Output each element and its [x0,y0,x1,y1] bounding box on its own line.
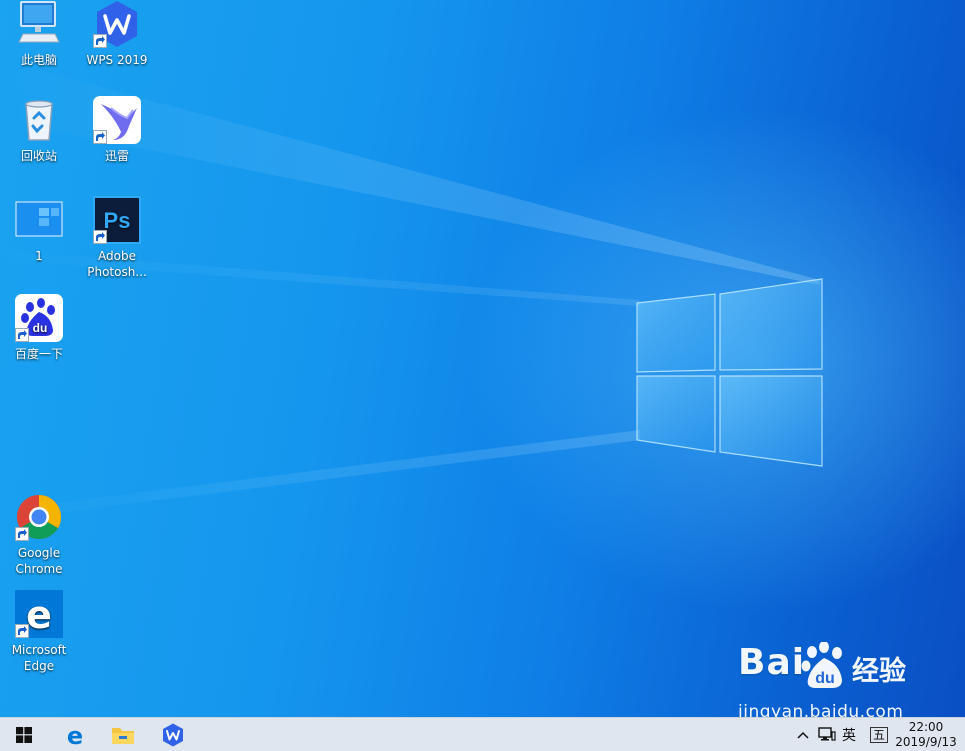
taskbar-file-explorer-button[interactable] [100,718,146,751]
icon-label: 回收站 [20,149,57,163]
shortcut-arrow-icon [93,34,107,48]
ime-mode-text: 五 [870,726,889,743]
icon-label-line2: Photosh... [87,265,147,279]
tray-network[interactable] [818,718,838,751]
file-explorer-icon [112,727,134,744]
clock-date: 2019/9/13 [895,735,957,749]
shortcut-arrow-icon [93,230,107,244]
shortcut-arrow-icon [15,328,29,342]
svg-text:e: e [26,593,52,637]
taskbar-edge-button[interactable]: e [52,718,98,751]
ime-language-indicator[interactable]: 英 [842,718,856,751]
baidu-paw-icon: du [801,642,842,688]
wps-icon [163,723,183,746]
desktop-icon-edge[interactable]: e Microsoft Edge [2,590,76,674]
svg-text:du: du [33,321,48,335]
taskbar-wps-button[interactable] [150,718,196,751]
desktop-icon-this-pc[interactable]: 此电脑 [2,0,76,68]
desktop-icon-image-1[interactable]: 1 [2,196,76,264]
icon-label-line1: Adobe [98,249,136,263]
baidu-jingyan-watermark: Bai du 经验 jingyan.baidu.com [738,642,918,717]
desktop-icon-thunder[interactable]: 迅雷 [80,96,154,164]
shortcut-arrow-icon [15,624,29,638]
icon-label: 迅雷 [104,149,129,163]
watermark-du-text: du [815,670,835,687]
desktop-icon-recycle-bin[interactable]: 回收站 [2,96,76,164]
start-icon [16,726,32,743]
desktop-icon-wps[interactable]: WPS 2019 [80,0,154,68]
taskbar-clock[interactable]: 22:00 2019/9/13 [891,720,961,750]
network-icon [818,726,836,741]
taskbar: e 英 五 22:00 2019/9/13 [0,717,965,751]
icon-label-line1: Google [17,546,61,560]
desktop[interactable]: 此电脑 WPS 2019 回收站 迅雷 1 Ps Adobe Photosh..… [0,0,965,717]
edge-icon: e [67,723,83,747]
tray-overflow-chevron[interactable] [797,718,811,751]
icon-label: WPS 2019 [86,53,148,67]
image-file-icon [15,201,63,237]
chevron-up-icon [797,731,809,739]
start-button[interactable] [1,718,47,751]
watermark-cn-text: 经验 [852,656,906,687]
svg-text:e: e [67,723,83,747]
desktop-icon-photoshop[interactable]: Ps Adobe Photosh... [80,196,154,280]
desktop-icon-baidu[interactable]: du 百度一下 [2,294,76,362]
desktop-icon-chrome[interactable]: Google Chrome [2,493,76,577]
watermark-url: jingyan.baidu.com [738,702,904,717]
icon-label: 此电脑 [20,53,57,67]
clock-time: 22:00 [908,720,944,734]
icon-label: 百度一下 [14,347,63,361]
icon-label-line2: Chrome [15,562,63,576]
computer-icon [18,1,60,43]
icon-label-line1: Microsoft [11,643,67,657]
icon-label-line2: Edge [23,659,55,673]
icon-label: 1 [35,249,43,263]
ime-mode-indicator[interactable]: 五 [870,718,889,751]
svg-text:Ps: Ps [104,208,131,233]
shortcut-arrow-icon [15,527,29,541]
shortcut-arrow-icon [93,130,107,144]
recycle-bin-icon [25,100,53,141]
